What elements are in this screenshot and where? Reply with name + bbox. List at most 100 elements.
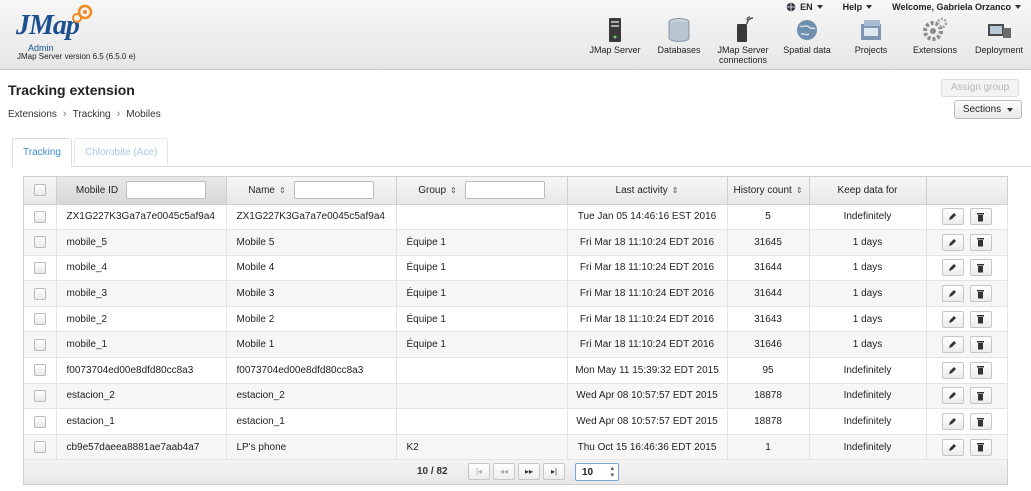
row-checkbox[interactable] bbox=[33, 210, 46, 223]
row-checkbox[interactable] bbox=[33, 313, 46, 326]
group-filter-input[interactable] bbox=[464, 181, 545, 200]
name-filter-input[interactable] bbox=[293, 181, 374, 200]
history-count-cell: 5 bbox=[727, 204, 810, 231]
nav-deployment[interactable]: Deployment bbox=[967, 14, 1031, 68]
edit-button[interactable] bbox=[941, 285, 964, 303]
edit-button[interactable] bbox=[941, 387, 964, 405]
sections-button[interactable]: Sections bbox=[954, 100, 1022, 119]
sort-icon: ⇕ bbox=[278, 185, 286, 195]
column-last-activity[interactable]: Last activity ⇕ bbox=[567, 177, 728, 205]
row-checkbox[interactable] bbox=[33, 287, 46, 300]
pencil-icon bbox=[949, 290, 956, 298]
table-row[interactable]: ZX1G227K3Ga7a7e0045c5af9a4 ZX1G227K3Ga7a7… bbox=[24, 204, 1008, 231]
breadcrumb-extensions[interactable]: Extensions bbox=[8, 109, 57, 120]
column-group[interactable]: Group ⇕ bbox=[396, 177, 568, 205]
delete-button[interactable] bbox=[969, 387, 992, 405]
edit-button[interactable] bbox=[941, 438, 964, 456]
table-row[interactable]: mobile_4 Mobile 4 Équipe 1 Fri Mar 18 11:10… bbox=[24, 255, 1008, 282]
nav-spatial-data[interactable]: Spatial data bbox=[775, 14, 839, 68]
row-select-cell bbox=[24, 306, 57, 333]
select-all-checkbox[interactable] bbox=[33, 184, 46, 197]
app-header: JMap Admin JMap Server version 6.5 (6.5.… bbox=[0, 0, 1031, 70]
delete-button[interactable] bbox=[969, 438, 992, 456]
table-row[interactable]: cb9e57daeea8881ae7aab4a7 LP's phone K2 Thu … bbox=[24, 434, 1008, 461]
trash-icon bbox=[977, 366, 984, 375]
mobile-id-filter-input[interactable] bbox=[126, 181, 207, 200]
server-icon bbox=[609, 18, 621, 42]
nav-jmap-server[interactable]: JMap Server bbox=[583, 14, 647, 68]
edit-button[interactable] bbox=[941, 413, 964, 431]
row-select-cell bbox=[24, 331, 57, 359]
table-row[interactable]: mobile_2 Mobile 2 Équipe 1 Fri Mar 18 11:10… bbox=[24, 306, 1008, 333]
table-row[interactable]: f0073704ed00e8dfd80cc8a3 f0073704ed00e8df… bbox=[24, 357, 1008, 384]
row-checkbox[interactable] bbox=[33, 441, 46, 454]
last-activity-cell: Mon May 11 15:39:32 EDT 2015 bbox=[567, 357, 728, 384]
row-checkbox[interactable] bbox=[33, 261, 46, 274]
delete-button[interactable] bbox=[969, 285, 992, 303]
row-select-cell bbox=[24, 434, 57, 461]
jmap-logo[interactable]: JMap Admin bbox=[16, 4, 93, 53]
edit-button[interactable] bbox=[941, 336, 964, 354]
delete-button[interactable] bbox=[969, 233, 992, 251]
pencil-icon bbox=[949, 392, 956, 400]
nav-label: JMap Server connections bbox=[717, 45, 769, 65]
edit-button[interactable] bbox=[941, 259, 964, 277]
table-row[interactable]: mobile_1 Mobile 1 Équipe 1 Fri Mar 18 11:10… bbox=[24, 331, 1008, 359]
first-page-button[interactable]: |◂ bbox=[468, 463, 490, 481]
delete-button[interactable] bbox=[969, 361, 992, 379]
column-name[interactable]: Name ⇕ bbox=[226, 177, 397, 205]
assign-group-button[interactable]: Assign group bbox=[941, 79, 1019, 97]
history-count-cell: 1 bbox=[727, 434, 810, 461]
table-row[interactable]: mobile_3 Mobile 3 Équipe 1 Fri Mar 18 11:10… bbox=[24, 280, 1008, 307]
table-row[interactable]: estacion_2 estacion_2 Wed Apr 08 10:57:57 … bbox=[24, 383, 1008, 410]
tab-chlorobite[interactable]: Chlorobite (Ace) bbox=[73, 138, 169, 167]
delete-button[interactable] bbox=[969, 413, 992, 431]
row-select-cell bbox=[24, 357, 57, 384]
trash-icon bbox=[977, 315, 984, 324]
previous-page-button[interactable]: ◂◂ bbox=[493, 463, 515, 481]
nav-databases[interactable]: Databases bbox=[647, 14, 711, 68]
delete-button[interactable] bbox=[969, 208, 992, 226]
column-mobile-id[interactable]: Mobile ID bbox=[56, 177, 227, 205]
next-page-button[interactable]: ▸▸ bbox=[518, 463, 540, 481]
row-actions-cell bbox=[926, 331, 1008, 359]
row-checkbox[interactable] bbox=[33, 338, 46, 351]
logo-gear-icon bbox=[72, 4, 93, 23]
tab-tracking[interactable]: Tracking bbox=[12, 138, 72, 167]
mobile-id-cell: mobile_3 bbox=[56, 280, 227, 307]
page-size-select[interactable]: 10 ▴ ▾ bbox=[575, 463, 619, 482]
row-actions-cell bbox=[926, 357, 1008, 384]
column-history-count[interactable]: History count ⇕ bbox=[727, 177, 810, 205]
table-row[interactable]: mobile_5 Mobile 5 Équipe 1 Fri Mar 18 11:10… bbox=[24, 229, 1008, 256]
row-checkbox[interactable] bbox=[33, 236, 46, 249]
table-row[interactable]: estacion_1 estacion_1 Wed Apr 08 10:57:57 … bbox=[24, 408, 1008, 435]
last-activity-cell: Fri Mar 18 11:10:24 EDT 2016 bbox=[567, 331, 728, 359]
chevron-down-icon bbox=[1015, 5, 1021, 9]
row-checkbox[interactable] bbox=[33, 364, 46, 377]
pencil-icon bbox=[949, 264, 956, 272]
logo-text: JMap bbox=[16, 10, 80, 41]
row-select-cell bbox=[24, 255, 57, 282]
nav-connections[interactable]: JMap Server connections bbox=[711, 14, 775, 68]
delete-button[interactable] bbox=[969, 336, 992, 354]
row-checkbox[interactable] bbox=[33, 415, 46, 428]
language-menu[interactable]: EN bbox=[786, 2, 823, 12]
edit-button[interactable] bbox=[941, 361, 964, 379]
user-menu[interactable]: Welcome, Gabriela Orzanco bbox=[892, 2, 1021, 12]
nav-extensions[interactable]: Extensions bbox=[903, 14, 967, 68]
edit-button[interactable] bbox=[941, 310, 964, 328]
row-actions-cell bbox=[926, 383, 1008, 410]
keep-data-cell: 1 days bbox=[809, 255, 927, 282]
help-menu[interactable]: Help bbox=[843, 2, 873, 12]
name-cell: Mobile 5 bbox=[226, 229, 397, 256]
nav-projects[interactable]: Projects bbox=[839, 14, 903, 68]
row-checkbox[interactable] bbox=[33, 389, 46, 402]
main-nav: JMap Server Databases JMap Server connec… bbox=[583, 14, 1031, 68]
breadcrumb-tracking[interactable]: Tracking bbox=[73, 109, 111, 120]
last-page-button[interactable]: ▸| bbox=[543, 463, 565, 481]
edit-button[interactable] bbox=[941, 208, 964, 226]
delete-button[interactable] bbox=[969, 310, 992, 328]
edit-button[interactable] bbox=[941, 233, 964, 251]
delete-button[interactable] bbox=[969, 259, 992, 277]
column-keep-data: Keep data for bbox=[809, 177, 927, 205]
